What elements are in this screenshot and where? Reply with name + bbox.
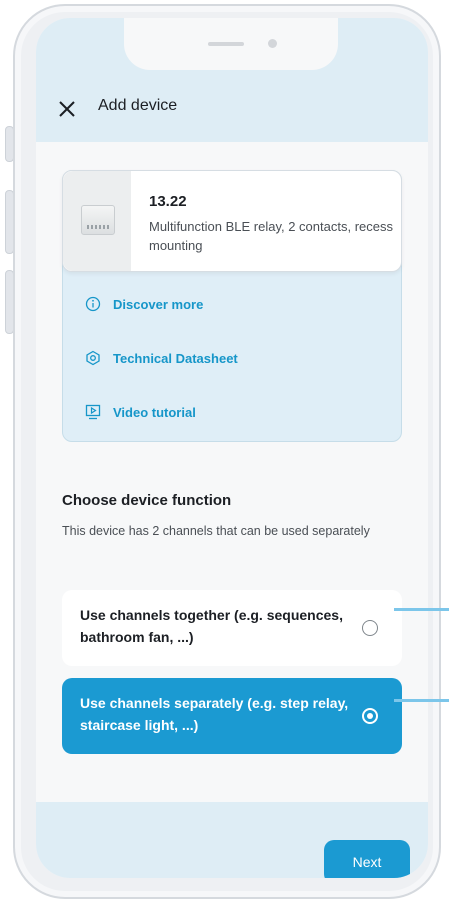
next-button[interactable]: Next bbox=[324, 840, 410, 878]
callout-line-together bbox=[394, 608, 449, 611]
app-screen: Add device 13.22 Multifunction BLE relay… bbox=[36, 18, 428, 878]
product-summary: 13.22 Multifunction BLE relay, 2 contact… bbox=[62, 170, 402, 272]
product-code: 13.22 bbox=[149, 193, 187, 210]
discover-more-link[interactable]: Discover more bbox=[85, 293, 203, 315]
technical-datasheet-link[interactable]: Technical Datasheet bbox=[85, 347, 238, 369]
option-channels-separately[interactable]: Use channels separately (e.g. step relay… bbox=[62, 678, 402, 754]
option-together-label: Use channels together (e.g. sequences, b… bbox=[80, 607, 343, 645]
close-icon[interactable] bbox=[56, 98, 78, 120]
product-description: Multifunction BLE relay, 2 contacts, rec… bbox=[149, 219, 393, 253]
phone-notch bbox=[124, 18, 338, 70]
radio-selected[interactable] bbox=[362, 708, 378, 724]
option-channels-together[interactable]: Use channels together (e.g. sequences, b… bbox=[62, 590, 402, 666]
discover-more-label: Discover more bbox=[113, 296, 204, 312]
technical-datasheet-label: Technical Datasheet bbox=[113, 350, 238, 366]
radio-unselected[interactable] bbox=[362, 620, 378, 636]
video-tutorial-link[interactable]: Video tutorial bbox=[85, 401, 196, 423]
speaker-grille bbox=[208, 42, 244, 46]
product-card: 13.22 Multifunction BLE relay, 2 contact… bbox=[62, 170, 402, 442]
info-icon bbox=[85, 296, 101, 312]
datasheet-icon bbox=[86, 350, 100, 366]
page-title: Add device bbox=[98, 97, 178, 114]
video-icon bbox=[85, 404, 101, 420]
relay-device-image bbox=[81, 205, 115, 235]
video-tutorial-label: Video tutorial bbox=[113, 404, 196, 420]
section-title: Choose device function bbox=[62, 492, 232, 509]
front-camera bbox=[268, 39, 277, 48]
product-thumbnail bbox=[63, 171, 131, 271]
section-subtitle: This device has 2 channels that can be u… bbox=[62, 524, 370, 538]
callout-line-separately bbox=[394, 699, 449, 702]
option-separately-label: Use channels separately (e.g. step relay… bbox=[80, 695, 349, 733]
